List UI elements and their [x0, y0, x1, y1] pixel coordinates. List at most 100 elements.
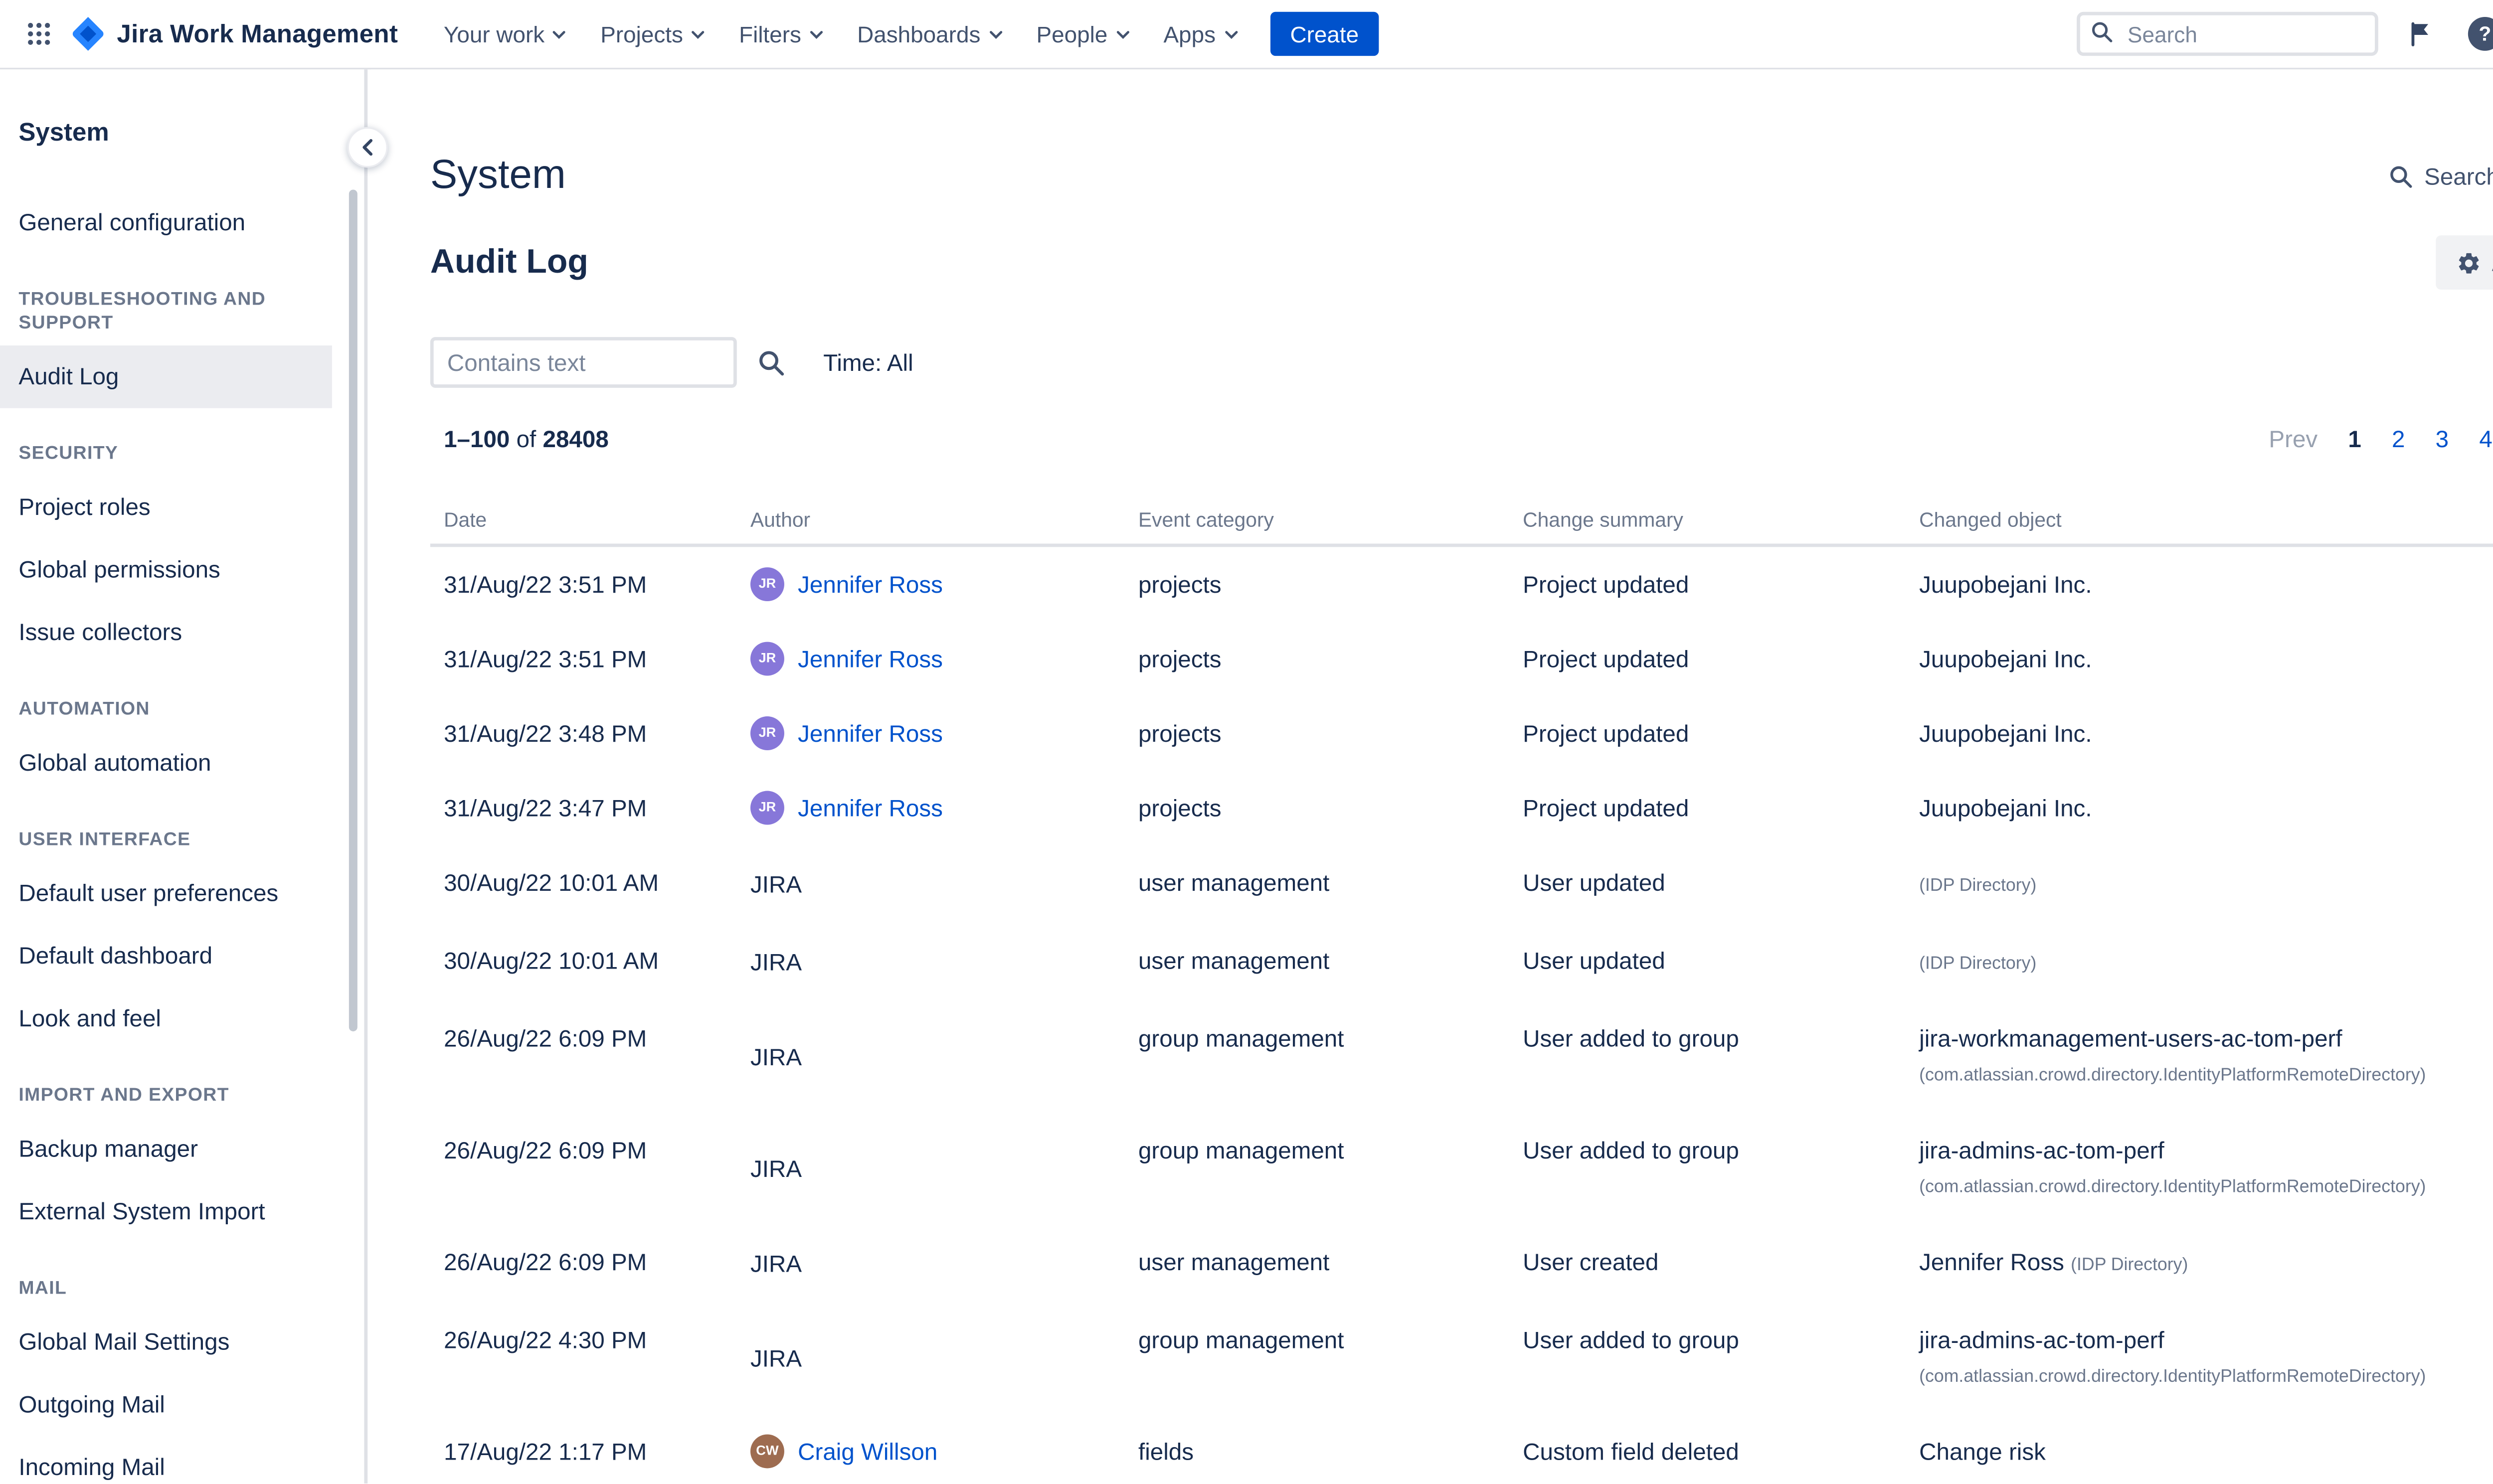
sidebar-group-heading-security: SECURITY	[0, 442, 288, 466]
time-filter-dropdown[interactable]: Time: All	[823, 349, 913, 376]
nav-item-dashboards[interactable]: Dashboards	[842, 11, 1018, 57]
cell-author: JIRA	[737, 1224, 1125, 1302]
nav-item-label: Projects	[600, 21, 683, 46]
object-name: jira-admins-ac-tom-perf	[1919, 1326, 2164, 1353]
cell-event-category: user management	[1125, 845, 1509, 923]
object-name: Jennifer Ross	[1919, 1248, 2064, 1275]
nav-item-filters[interactable]: Filters	[724, 11, 839, 57]
filter-search-button[interactable]	[757, 348, 786, 377]
object-name: jira-admins-ac-tom-perf	[1919, 1137, 2164, 1163]
sidebar-item-global-mail-settings[interactable]: Global Mail Settings	[0, 1311, 332, 1374]
cell-event-category: user management	[1125, 1224, 1509, 1302]
sidebar-item-outgoing-mail[interactable]: Outgoing Mail	[0, 1373, 332, 1436]
chevron-down-icon	[553, 29, 566, 38]
cell-author: JIRA	[737, 1303, 1125, 1414]
cell-event-category: projects	[1125, 547, 1509, 621]
nav-item-projects[interactable]: Projects	[585, 11, 720, 57]
pagination-page-3[interactable]: 3	[2436, 425, 2449, 452]
table-row: 31/Aug/22 3:51 PMJRJennifer Rossprojects…	[430, 622, 2493, 696]
results-range: 1–100	[444, 425, 510, 452]
table-row: 30/Aug/22 10:01 AMJIRAuser managementUse…	[430, 923, 2493, 1001]
filter-bar: Time: All Export	[430, 337, 2493, 388]
cell-change-summary: Project updated	[1509, 622, 1906, 696]
author-name: JIRA	[750, 1040, 802, 1074]
contains-text-input[interactable]	[430, 337, 737, 388]
chevron-left-icon	[361, 139, 374, 156]
main-content: System Search Jira admin Audit Log Actio…	[371, 69, 2493, 1484]
announcements-flag-button[interactable]	[2399, 12, 2443, 56]
author-name[interactable]: Jennifer Ross	[798, 716, 943, 750]
author-avatar: JR	[750, 642, 784, 676]
cell-date: 26/Aug/22 6:09 PM	[430, 1001, 737, 1113]
home-link[interactable]: Jira Work Management	[71, 17, 398, 51]
table-header-row: DateAuthorEvent categoryChange summaryCh…	[430, 493, 2493, 547]
cell-changed-object: (IDP Directory)	[1906, 845, 2493, 923]
cell-change-summary: User added to group	[1509, 1113, 1906, 1224]
cell-changed-object: jira-admins-ac-tom-perf (com.atlassian.c…	[1906, 1113, 2493, 1224]
gear-icon	[2456, 250, 2482, 275]
actions-button[interactable]: Actions	[2436, 235, 2493, 290]
cell-change-summary: Custom field deleted	[1509, 1414, 1906, 1484]
column-header-author: Author	[737, 493, 1125, 544]
object-directory-note: (com.atlassian.crowd.directory.IdentityP…	[1919, 1367, 2426, 1387]
create-button[interactable]: Create	[1270, 12, 1379, 56]
sidebar-item-default-dashboard[interactable]: Default dashboard	[0, 925, 332, 988]
column-header-change-summary: Change summary	[1509, 493, 1906, 544]
search-jira-admin-link[interactable]: Search Jira admin	[2389, 163, 2493, 189]
app-switcher-button[interactable]	[17, 12, 61, 56]
object-name: Juupobejani Inc.	[1919, 645, 2092, 672]
table-row: 31/Aug/22 3:48 PMJRJennifer Rossprojects…	[430, 696, 2493, 770]
author-name[interactable]: Craig Willson	[798, 1435, 937, 1469]
sidebar-item-backup-manager[interactable]: Backup manager	[0, 1118, 332, 1180]
cell-event-category: group management	[1125, 1001, 1509, 1113]
cell-change-summary: User added to group	[1509, 1303, 1906, 1414]
pagination-page-1[interactable]: 1	[2348, 425, 2361, 452]
pagination-page-2[interactable]: 2	[2392, 425, 2405, 452]
sidebar-item-default-user-preferences[interactable]: Default user preferences	[0, 862, 332, 925]
top-navigation: Jira Work Management Your work Projects Fi…	[0, 0, 2493, 69]
cell-changed-object: Juupobejani Inc.	[1906, 622, 2493, 696]
chevron-down-icon	[989, 29, 1002, 38]
cell-change-summary: Project updated	[1509, 771, 1906, 845]
search-input[interactable]	[2077, 12, 2378, 56]
author-name[interactable]: Jennifer Ross	[798, 567, 943, 601]
author-avatar: JR	[750, 567, 784, 601]
sidebar-item-project-roles[interactable]: Project roles	[0, 476, 332, 539]
pagination-page-4[interactable]: 4	[2479, 425, 2492, 452]
cell-author: JR Jennifer Ross	[737, 547, 1125, 621]
nav-item-your-work[interactable]: Your work	[428, 11, 582, 57]
sidebar-item-incoming-mail[interactable]: Incoming Mail	[0, 1436, 332, 1484]
sidebar-item-global-automation[interactable]: Global automation	[0, 732, 332, 795]
nav-item-people[interactable]: People	[1021, 11, 1145, 57]
author-name[interactable]: Jennifer Ross	[798, 791, 943, 825]
chevron-down-icon	[692, 29, 705, 38]
cell-date: 30/Aug/22 10:01 AM	[430, 923, 737, 1001]
sidebar-item-audit-log[interactable]: Audit Log	[0, 345, 332, 408]
sidebar-item-external-system-import[interactable]: External System Import	[0, 1180, 332, 1243]
cell-date: 26/Aug/22 6:09 PM	[430, 1113, 737, 1224]
object-name: Juupobejani Inc.	[1919, 794, 2092, 821]
table-row: 26/Aug/22 6:09 PM JIRA group managementUse…	[430, 1113, 2493, 1224]
nav-item-apps[interactable]: Apps	[1148, 11, 1253, 57]
help-button[interactable]: ?	[2463, 12, 2493, 56]
sidebar-scrollbar[interactable]	[349, 189, 357, 1031]
author-avatar: JR	[750, 791, 784, 825]
sidebar-item-look-and-feel[interactable]: Look and feel	[0, 988, 332, 1050]
nav-right-cluster: ? JR	[2077, 12, 2493, 56]
sidebar-item-general-configuration[interactable]: General configuration	[0, 191, 332, 254]
author-name[interactable]: Jennifer Ross	[798, 642, 943, 676]
cell-author: JIRA	[737, 923, 1125, 1001]
object-directory-note: (com.atlassian.crowd.directory.IdentityP…	[1919, 1065, 2426, 1086]
sidebar-item-issue-collectors[interactable]: Issue collectors	[0, 601, 332, 664]
cell-change-summary: Project updated	[1509, 696, 1906, 770]
cell-event-category: group management	[1125, 1113, 1509, 1224]
author-name: JIRA	[750, 1152, 802, 1185]
page-title: System	[430, 151, 566, 201]
cell-change-summary: User updated	[1509, 845, 1906, 923]
sidebar-item-global-permissions[interactable]: Global permissions	[0, 538, 332, 601]
chevron-down-icon	[810, 29, 823, 38]
nav-item-label: Your work	[444, 21, 544, 46]
pagination-prev[interactable]: Prev	[2269, 425, 2317, 452]
chevron-down-icon	[1116, 29, 1129, 38]
sidebar-collapse-button[interactable]	[347, 127, 388, 168]
